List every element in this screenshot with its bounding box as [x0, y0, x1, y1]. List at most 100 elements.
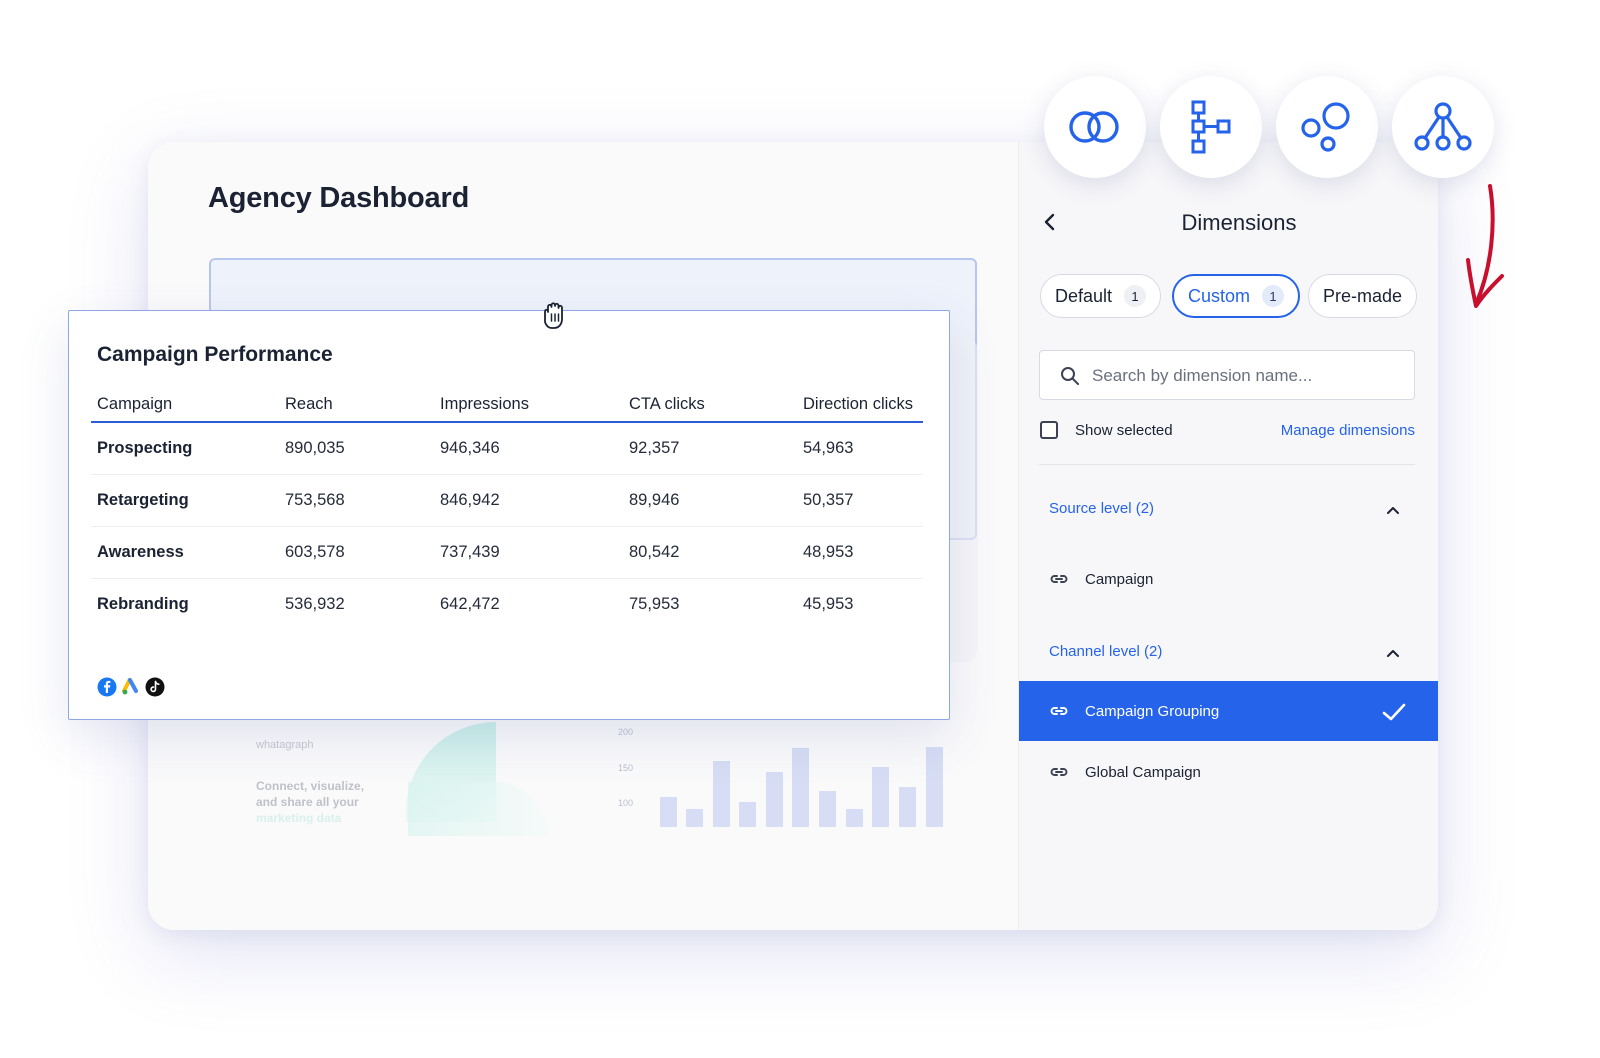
bar	[792, 748, 809, 827]
search-box	[1039, 350, 1415, 400]
facebook-icon	[97, 677, 117, 697]
bar	[926, 747, 943, 827]
tab-custom[interactable]: Custom 1	[1172, 274, 1301, 318]
table-header-row: Campaign Reach Impressions CTA clicks Di…	[91, 389, 923, 423]
bar	[899, 787, 916, 827]
table-cell: 48,953	[803, 543, 854, 561]
group-header-channel[interactable]: Channel level (2)	[1049, 643, 1162, 660]
link-icon	[1050, 768, 1068, 776]
grab-hand-icon	[544, 302, 563, 329]
show-selected-label: Show selected	[1075, 422, 1173, 439]
decorative-shape	[408, 782, 548, 836]
page-title: Agency Dashboard	[208, 182, 470, 214]
column-header[interactable]: CTA clicks	[629, 389, 705, 419]
bubbles-icon	[1301, 102, 1350, 152]
table-cell: 54,963	[803, 439, 854, 457]
tab-label: Default	[1055, 285, 1113, 306]
manage-dimensions-link[interactable]: Manage dimensions	[1281, 422, 1415, 439]
hierarchy-icon	[1191, 100, 1231, 154]
hierarchy-tool-button[interactable]	[1160, 76, 1262, 178]
column-header[interactable]: Reach	[285, 389, 333, 419]
table-cell: 89,946	[629, 491, 680, 509]
search-icon	[1061, 367, 1079, 385]
dimension-item-campaign-grouping[interactable]: Campaign Grouping	[1019, 681, 1438, 741]
table-cell: Awareness	[97, 543, 184, 561]
network-tool-button[interactable]	[1392, 76, 1494, 178]
column-header[interactable]: Campaign	[97, 389, 172, 419]
widget-title: Campaign Performance	[97, 343, 333, 366]
dimension-label: Global Campaign	[1085, 763, 1201, 781]
dimension-item-campaign[interactable]: Campaign	[1019, 549, 1438, 609]
table-cell: 846,942	[440, 491, 500, 509]
bar	[686, 809, 703, 827]
show-selected-checkbox[interactable]	[1040, 421, 1058, 439]
tick-label: 100	[618, 798, 634, 808]
tagline-line: marketing data	[256, 811, 342, 825]
table-cell: 75,953	[629, 595, 680, 613]
bar	[713, 761, 730, 827]
table-cell: 536,932	[285, 595, 345, 613]
column-header[interactable]: Direction clicks	[803, 389, 913, 419]
table-cell: 737,439	[440, 543, 500, 561]
chevron-up-icon[interactable]	[1385, 502, 1401, 518]
campaign-table: Campaign Reach Impressions CTA clicks Di…	[91, 389, 923, 630]
dimension-label: Campaign Grouping	[1085, 702, 1220, 720]
table-cell: 753,568	[285, 491, 345, 509]
search-input[interactable]	[1090, 361, 1404, 391]
arrow-down-icon	[1466, 184, 1504, 308]
dimension-item-global-campaign[interactable]: Global Campaign	[1019, 742, 1438, 802]
link-icon	[1050, 575, 1068, 583]
tagline-line: Connect, visualize,	[256, 779, 365, 793]
tab-label: Custom	[1188, 285, 1251, 306]
blend-tool-button[interactable]	[1044, 76, 1146, 178]
google-ads-icon	[122, 678, 138, 695]
tiktok-icon	[145, 677, 165, 697]
checkmark-icon	[1382, 703, 1406, 721]
tick-label: 150	[618, 763, 634, 773]
table-cell: Retargeting	[97, 491, 189, 509]
campaign-performance-widget[interactable]: Campaign Performance Campaign Reach Impr…	[68, 310, 950, 720]
panel-title: Dimensions	[1181, 210, 1297, 235]
bar	[819, 791, 836, 827]
table-cell: 45,953	[803, 595, 854, 613]
dimension-label: Campaign	[1085, 570, 1154, 588]
table-cell: 50,357	[803, 491, 854, 509]
bar	[739, 802, 756, 827]
divider	[1039, 464, 1415, 465]
table-cell: Prospecting	[97, 439, 193, 457]
table-cell: 80,542	[629, 543, 680, 561]
tick-label: 200	[618, 727, 634, 737]
tab-count-badge: 1	[1124, 285, 1147, 307]
table-cell: Rebranding	[97, 595, 189, 613]
bar	[846, 809, 863, 827]
table-row: Retargeting 753,568 846,942 89,946 50,35…	[91, 475, 923, 527]
bar	[872, 767, 889, 827]
group-header-source[interactable]: Source level (2)	[1049, 500, 1154, 517]
tab-label: Pre-made	[1323, 285, 1403, 306]
bar	[766, 772, 783, 827]
table-cell: 946,346	[440, 439, 500, 457]
tagline-line: and share all your	[256, 795, 359, 809]
network-icon	[1414, 102, 1472, 151]
watermark-tagline: Connect, visualize, and share all your m…	[256, 778, 396, 826]
tab-count-badge: 1	[1262, 285, 1285, 307]
chevron-up-icon[interactable]	[1385, 645, 1401, 661]
table-row: Rebranding 536,932 642,472 75,953 45,953	[91, 579, 923, 630]
faded-bar-chart: 200 150 100	[618, 727, 958, 847]
blend-icon	[1069, 111, 1119, 143]
table-cell: 92,357	[629, 439, 680, 457]
bar	[660, 797, 677, 827]
data-source-icons	[97, 677, 165, 697]
table-cell: 642,472	[440, 595, 500, 613]
column-header[interactable]: Impressions	[440, 389, 529, 419]
watermark-logo: whatagraph	[256, 739, 314, 751]
tab-pre-made[interactable]: Pre-made	[1308, 274, 1418, 318]
bubbles-tool-button[interactable]	[1276, 76, 1378, 178]
table-row: Awareness 603,578 737,439 80,542 48,953	[91, 527, 923, 579]
table-cell: 603,578	[285, 543, 345, 561]
dimensions-panel: Dimensions Default 1 Custom 1 Pre-made S…	[1018, 142, 1438, 930]
table-row: Prospecting 890,035 946,346 92,357 54,96…	[91, 423, 923, 475]
table-cell: 890,035	[285, 439, 345, 457]
link-icon	[1050, 707, 1068, 715]
tab-default[interactable]: Default 1	[1040, 274, 1162, 318]
